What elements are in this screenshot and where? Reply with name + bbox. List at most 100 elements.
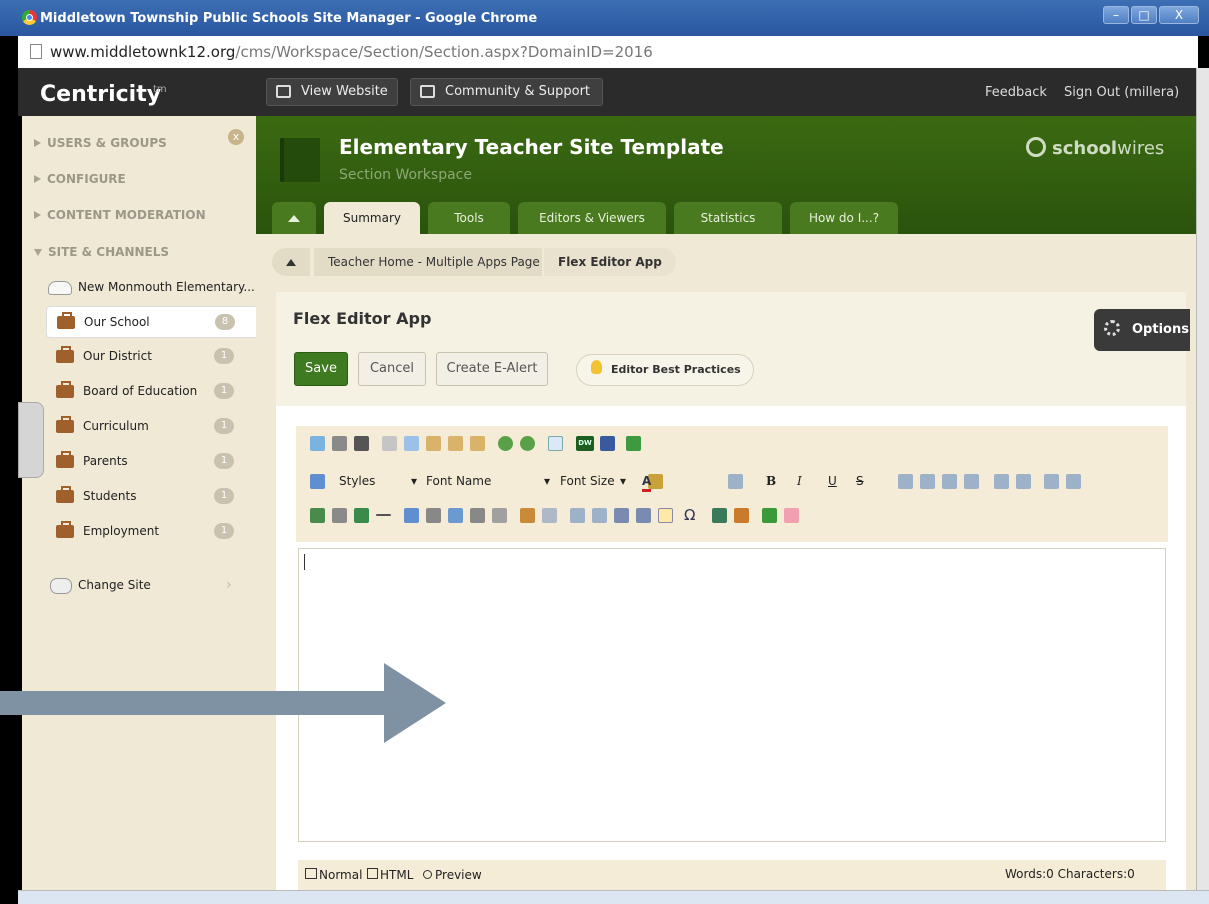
mode-normal-button[interactable]: Normal [305, 868, 362, 882]
strikethrough-button[interactable]: S [856, 470, 870, 492]
underline-button[interactable]: U [828, 470, 842, 492]
italic-button[interactable]: I [797, 470, 811, 492]
font-name-dropdown[interactable]: Font Name ▾ [426, 470, 552, 492]
nav-section-label: SITE & CHANNELS [48, 245, 170, 259]
maximize-button[interactable]: □ [1131, 6, 1157, 24]
view-website-button[interactable]: View Website [266, 78, 398, 106]
channel-employment[interactable]: Employment 1 [46, 516, 266, 548]
align-right-icon[interactable] [942, 474, 957, 489]
tab-statistics[interactable]: Statistics [674, 202, 782, 234]
table-grid-icon[interactable] [658, 508, 673, 523]
widget-icon[interactable] [734, 508, 749, 523]
insert-photo-gallery-icon[interactable] [762, 508, 777, 523]
mode-html-button[interactable]: HTML [367, 868, 413, 882]
justify-icon[interactable] [964, 474, 979, 489]
change-site-link[interactable]: Change Site [78, 578, 151, 592]
close-window-button[interactable]: X [1159, 6, 1199, 24]
snippet-icon[interactable] [542, 508, 557, 523]
feedback-link[interactable]: Feedback [985, 85, 1047, 100]
channel-parents[interactable]: Parents 1 [46, 446, 266, 478]
url-text[interactable]: www.middletownk12.org/cms/Workspace/Sect… [50, 43, 653, 61]
vertical-scrollbar[interactable] [1196, 68, 1209, 890]
tab-how-do-i[interactable]: How do I...? [790, 202, 898, 234]
template-icon[interactable] [520, 508, 535, 523]
form-icon[interactable] [570, 508, 585, 523]
nav-configure[interactable]: CONFIGURE [34, 172, 126, 186]
channel-students[interactable]: Students 1 [46, 481, 266, 513]
css-class-icon[interactable] [592, 508, 607, 523]
flash-icon[interactable] [404, 508, 419, 523]
horizontal-rule-icon[interactable] [376, 514, 391, 516]
cancel-button[interactable]: Cancel [358, 352, 426, 386]
unordered-list-icon[interactable] [1016, 474, 1031, 489]
community-support-button[interactable]: Community & Support [410, 78, 603, 106]
tab-summary[interactable]: Summary [324, 202, 420, 234]
link-manager-icon[interactable] [448, 508, 463, 523]
hyperlink-icon[interactable] [426, 508, 441, 523]
paste-icon[interactable] [426, 436, 441, 451]
preview-window-icon[interactable] [600, 436, 615, 451]
channel-board-of-education[interactable]: Board of Education 1 [46, 376, 266, 408]
styles-dropdown[interactable]: Styles ▾ [339, 470, 421, 492]
breadcrumb-item[interactable]: Teacher Home - Multiple Apps Page [314, 248, 542, 276]
module-icon[interactable] [712, 508, 727, 523]
lightbulb-icon [591, 360, 602, 374]
bold-button[interactable]: B [766, 470, 780, 492]
breadcrumb-home[interactable] [272, 248, 310, 276]
briefcase-icon [56, 486, 74, 503]
insert-image-icon[interactable] [310, 508, 325, 523]
close-sidebar-icon[interactable]: x [228, 129, 244, 145]
outdent-icon[interactable] [1066, 474, 1081, 489]
align-center-icon[interactable] [920, 474, 935, 489]
table-properties-icon[interactable] [636, 508, 651, 523]
cut-icon[interactable] [382, 436, 397, 451]
font-color-button[interactable]: A [642, 470, 666, 492]
site-name[interactable]: New Monmouth Elementary... [78, 280, 255, 294]
apply-style-icon[interactable] [310, 474, 325, 489]
copy-icon[interactable] [404, 436, 419, 451]
paste-word-icon[interactable] [448, 436, 463, 451]
anchor-icon[interactable] [492, 508, 507, 523]
special-character-icon[interactable]: Ω [684, 506, 699, 524]
format-icon[interactable] [728, 474, 743, 489]
create-e-alert-button[interactable]: Create E-Alert [436, 352, 548, 386]
check-icon[interactable] [626, 436, 641, 451]
tab-home[interactable] [272, 202, 316, 234]
paste-text-icon[interactable] [470, 436, 485, 451]
minimize-button[interactable]: – [1103, 6, 1129, 24]
redo-icon[interactable] [520, 436, 535, 451]
spellcheck-icon[interactable] [310, 436, 325, 451]
save-button[interactable]: Save [294, 352, 348, 386]
channel-curriculum[interactable]: Curriculum 1 [46, 411, 266, 443]
channel-count-badge: 1 [214, 453, 234, 469]
view-website-label: View Website [301, 84, 388, 99]
dreamweaver-icon[interactable]: DW [576, 436, 594, 451]
channel-our-district[interactable]: Our District 1 [46, 341, 266, 373]
attach-icon[interactable] [332, 508, 347, 523]
print-icon[interactable] [332, 436, 347, 451]
eraser-icon[interactable] [784, 508, 799, 523]
channel-our-school[interactable]: Our School 8 [46, 306, 266, 338]
ordered-list-icon[interactable] [994, 474, 1009, 489]
gear-icon[interactable] [1104, 320, 1120, 336]
insert-table-icon[interactable] [614, 508, 629, 523]
sign-out-link[interactable]: Sign Out (millera) [1064, 85, 1179, 100]
nav-content-moderation[interactable]: CONTENT MODERATION [34, 208, 206, 222]
mode-preview-button[interactable]: Preview [423, 868, 482, 882]
unlink-icon[interactable] [470, 508, 485, 523]
chevron-right-icon[interactable]: › [226, 577, 232, 593]
nav-site-channels[interactable]: SITE & CHANNELS [34, 245, 169, 259]
tab-editors-viewers[interactable]: Editors & Viewers [518, 202, 666, 234]
horizontal-scrollbar[interactable] [18, 890, 1209, 904]
tab-tools[interactable]: Tools [428, 202, 510, 234]
find-icon[interactable] [354, 436, 369, 451]
font-size-dropdown[interactable]: Font Size ▾ [560, 470, 632, 492]
align-left-icon[interactable] [898, 474, 913, 489]
undo-icon[interactable] [498, 436, 513, 451]
insert-document-icon[interactable] [354, 508, 369, 523]
indent-icon[interactable] [1044, 474, 1059, 489]
side-panel-handle[interactable] [18, 402, 44, 478]
nav-users-groups[interactable]: USERS & GROUPS [34, 136, 167, 150]
insert-media-icon[interactable] [548, 436, 563, 451]
editor-best-practices-button[interactable]: Editor Best Practices [576, 354, 754, 386]
